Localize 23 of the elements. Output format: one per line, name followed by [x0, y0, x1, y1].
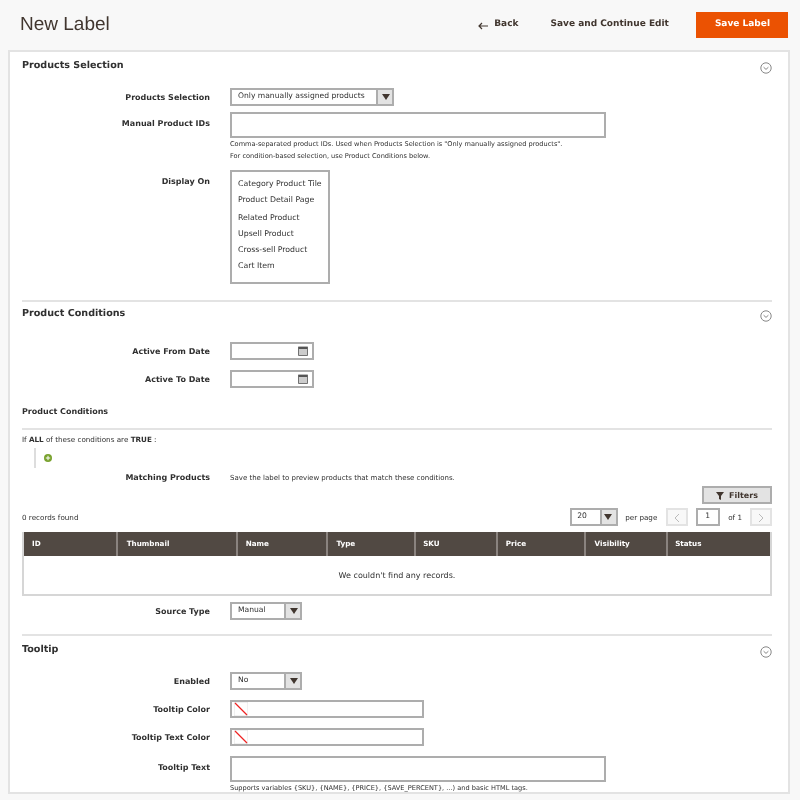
no-color-swatch-icon[interactable]	[234, 702, 248, 717]
no-color-swatch-icon[interactable]	[234, 730, 248, 745]
collapse-icon[interactable]	[760, 310, 772, 323]
filter-icon	[715, 491, 724, 500]
collapse-icon[interactable]	[760, 61, 772, 73]
add-condition-icon[interactable]	[44, 454, 52, 463]
caret-icon	[381, 94, 390, 100]
caret-icon	[604, 514, 613, 521]
chevron-left-icon	[673, 513, 680, 522]
caret-icon	[289, 678, 297, 685]
chevron-right-icon	[758, 513, 764, 522]
date-field[interactable]	[230, 341, 314, 360]
page-title: New Label	[20, 13, 112, 37]
textarea-field[interactable]	[230, 112, 606, 138]
date-field[interactable]	[230, 369, 314, 388]
calendar-icon[interactable]	[298, 373, 308, 384]
caret-icon	[289, 608, 297, 615]
textarea-field[interactable]	[230, 756, 606, 783]
color-field[interactable]	[230, 700, 424, 719]
collapse-icon[interactable]	[760, 645, 772, 658]
color-field[interactable]	[230, 728, 424, 747]
calendar-icon[interactable]	[298, 345, 308, 356]
arrow-left-icon	[478, 21, 489, 29]
